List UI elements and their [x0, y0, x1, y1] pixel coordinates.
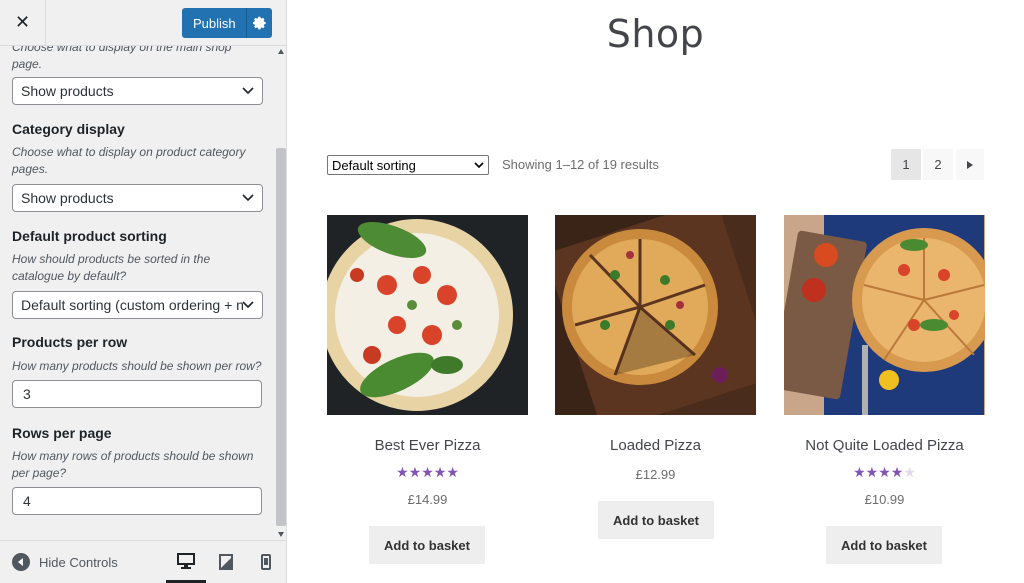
customizer-screen: ✕ Publish Choose what to display on the … — [0, 0, 1024, 583]
customizer-header: ✕ Publish — [0, 0, 286, 46]
star-filled-icon: ★ — [396, 464, 409, 480]
result-count: Showing 1–12 of 19 results — [502, 157, 659, 172]
triangle-up-icon — [278, 48, 284, 54]
star-filled-icon: ★ — [433, 464, 447, 480]
star-filled-icon: ★ — [865, 464, 879, 480]
star-filled-icon: ★ — [853, 464, 866, 480]
publish-label: Publish — [193, 15, 236, 31]
star-filled-icon: ★ — [878, 464, 891, 480]
device-tablet-button[interactable] — [206, 541, 246, 583]
product-card: Best Ever Pizza ★★★★★ £14.99 — [327, 215, 528, 507]
chevron-down-icon — [242, 301, 254, 309]
products-per-row-input[interactable]: 3 — [12, 380, 262, 408]
rows-per-page-value: 4 — [23, 493, 31, 509]
category-display-value: Show products — [21, 190, 114, 206]
products-per-row-description: How many products should be shown per ro… — [12, 359, 262, 373]
star-empty-icon: ★ — [903, 464, 916, 480]
device-mobile-button[interactable] — [246, 541, 286, 583]
publish-button[interactable]: Publish — [182, 8, 272, 38]
product-price: £14.99 — [407, 492, 448, 507]
close-icon: ✕ — [14, 12, 31, 32]
chevron-down-icon — [474, 162, 484, 169]
product-name[interactable]: Best Ever Pizza — [327, 437, 528, 454]
category-display-label: Category display — [12, 121, 125, 137]
shop-page-display-value: Show products — [21, 83, 114, 99]
rows-per-page-input[interactable]: 4 — [12, 487, 262, 515]
customizer-footer: Hide Controls — [0, 540, 286, 583]
gear-icon — [252, 16, 266, 30]
rows-per-page-label: Rows per page — [12, 425, 112, 441]
star-filled-icon: ★ — [421, 464, 434, 480]
add-to-basket-button[interactable]: Add to basket — [369, 526, 485, 564]
product-price: £10.99 — [864, 492, 905, 507]
chevron-down-icon — [242, 87, 254, 95]
hide-controls-button[interactable]: Hide Controls — [12, 553, 118, 571]
settings-panel: Choose what to display on the main shop … — [0, 46, 276, 540]
default-sorting-value: Default sorting (custom ordering + n — [21, 297, 244, 313]
panel-scrollbar-thumb[interactable] — [276, 148, 286, 526]
next-arrow-icon — [967, 160, 973, 169]
product-image[interactable] — [784, 215, 985, 415]
product-image[interactable] — [555, 215, 756, 415]
customizer-sidebar: ✕ Publish Choose what to display on the … — [0, 0, 287, 583]
scroll-up-arrow[interactable] — [276, 46, 286, 56]
mobile-icon — [261, 554, 271, 570]
category-display-select[interactable]: Show products — [12, 184, 263, 212]
scroll-down-arrow[interactable] — [276, 529, 286, 539]
default-sorting-description: How should products be sorted in the cat… — [12, 252, 211, 283]
shop-page-display-select[interactable]: Show products — [12, 77, 263, 105]
hide-controls-label: Hide Controls — [39, 554, 118, 570]
publish-settings-button[interactable] — [247, 16, 272, 30]
collapse-icon — [12, 553, 30, 571]
add-to-basket-button[interactable]: Add to basket — [826, 526, 942, 564]
tablet-icon — [219, 554, 233, 570]
star-filled-icon: ★ — [890, 464, 904, 480]
device-desktop-button[interactable] — [166, 541, 206, 583]
products-per-row-label: Products per row — [12, 334, 128, 350]
star-rating: ★★★★★ — [327, 464, 528, 481]
pagination-current-page: 1 — [891, 149, 921, 180]
product-name[interactable]: Not Quite Loaded Pizza — [784, 437, 985, 454]
category-display-description: Choose what to display on product catego… — [12, 145, 246, 176]
star-filled-icon: ★ — [408, 464, 422, 480]
star-rating: ★★★★★ — [784, 464, 985, 481]
chevron-down-icon — [242, 194, 254, 202]
products-per-row-value: 3 — [23, 386, 31, 402]
product-card: Loaded Pizza £12.99 — [555, 215, 756, 482]
product-sort-value: Default sorting — [332, 158, 416, 173]
triangle-down-icon — [278, 531, 284, 537]
product-sort-select[interactable]: Default sorting — [327, 155, 489, 175]
page-title: Shop — [606, 12, 705, 56]
desktop-icon — [177, 552, 195, 569]
product-image[interactable] — [327, 215, 528, 415]
product-price: £12.99 — [635, 467, 676, 482]
star-filled-icon: ★ — [446, 464, 459, 480]
default-sorting-select[interactable]: Default sorting (custom ordering + n — [12, 291, 263, 319]
pagination-page-2[interactable]: 2 — [923, 149, 953, 180]
pagination-next-button[interactable] — [956, 149, 984, 180]
product-card: Not Quite Loaded Pizza ★★★★★ £10.99 — [784, 215, 985, 507]
add-to-basket-button[interactable]: Add to basket — [598, 501, 714, 539]
shop-page-description: Choose what to display on the main shop … — [12, 46, 232, 71]
rows-per-page-description: How many rows of products should be show… — [12, 449, 254, 480]
close-button[interactable]: ✕ — [0, 0, 46, 45]
product-name[interactable]: Loaded Pizza — [555, 437, 756, 454]
site-preview: Shop Default sorting Showing 1–12 of 19 … — [287, 0, 1024, 583]
default-sorting-label: Default product sorting — [12, 228, 167, 244]
